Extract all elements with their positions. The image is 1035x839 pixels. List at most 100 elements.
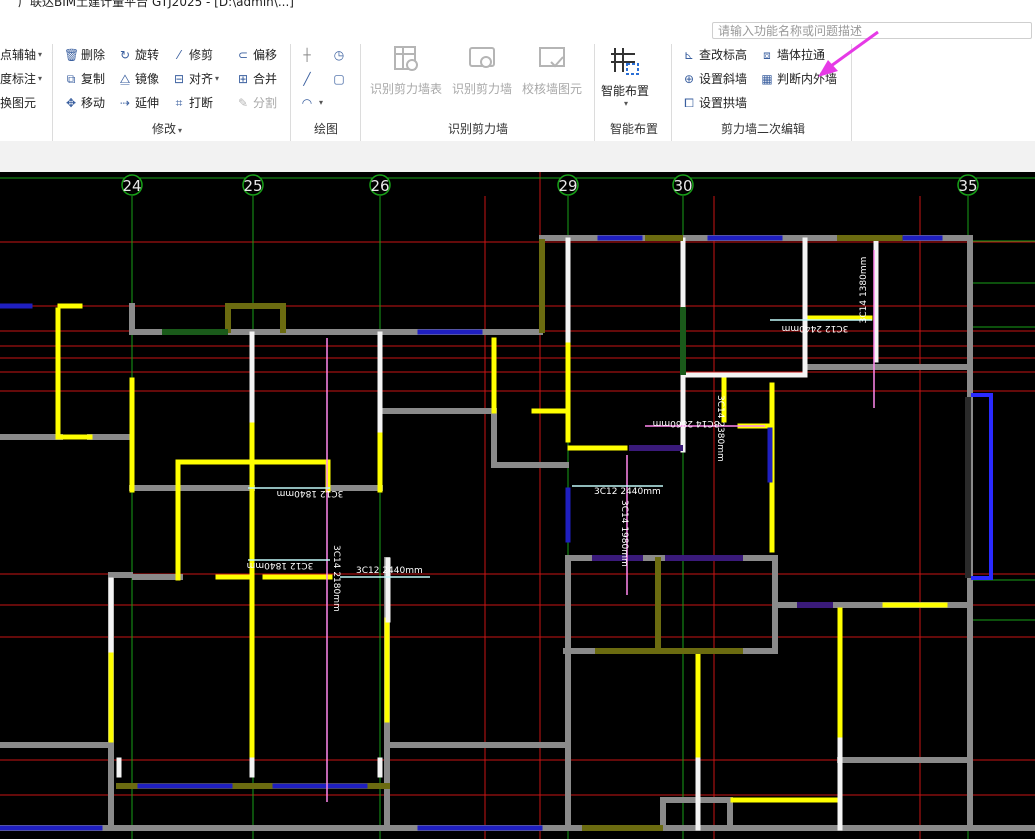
smart-layout-button[interactable]: 智能布置 ▾: [598, 44, 652, 108]
layer-toolbar-strip: [0, 141, 1035, 173]
ribbon-toolbar: 请输入功能名称或问题描述 点辅轴 ▾ 度标注 ▾ 换图元 🗑 删除 ↻ 旋转 ⁄ 修剪 ⊂…: [0, 12, 1035, 149]
swap-element-button[interactable]: 换图元: [0, 94, 36, 112]
copy-button[interactable]: ⧉ 复制: [64, 70, 105, 88]
rebar-annotation: 3C14 1380mm: [859, 257, 869, 324]
check-wall-element-button[interactable]: 校核墙图元: [520, 44, 584, 97]
mirror-button[interactable]: ⧋ 镜像: [118, 70, 159, 88]
axis-label-26: 26: [370, 177, 389, 195]
rebar-annotation: 3C14 1980mm: [619, 500, 629, 567]
recognize-group-label: 识别剪力墙: [448, 122, 509, 136]
function-search-input[interactable]: 请输入功能名称或问题描述: [712, 22, 1032, 39]
wall-extend-through-button[interactable]: ⧈ 墙体拉通: [760, 46, 825, 64]
chevron-down-icon: ▾: [319, 98, 324, 107]
draw-rectangle-button[interactable]: ▢: [332, 70, 349, 88]
mirror-icon: ⧋: [119, 72, 131, 86]
chevron-down-icon: ▾: [38, 50, 43, 59]
axis-label-30: 30: [673, 177, 692, 195]
button-label: 旋转: [135, 48, 160, 62]
button-label: 设置斜墙: [699, 72, 748, 86]
break-button[interactable]: ⌗ 打断: [172, 94, 213, 112]
move-icon: ✥: [65, 96, 77, 110]
drawing-canvas[interactable]: 24 25 26 29 30 35 3C12 1840mm 3C12 1840m…: [0, 172, 1035, 839]
inner-outer-wall-icon: ▦: [761, 72, 773, 86]
offset-icon: ⊂: [237, 48, 249, 62]
separator: [671, 44, 672, 149]
rebar-annotation: 3C12 2440mm: [594, 487, 661, 497]
elevation-icon: ⊾: [683, 48, 695, 62]
button-label: 智能布置: [600, 84, 649, 98]
draw-point-button[interactable]: ┼: [300, 46, 317, 64]
extend-button[interactable]: ⇢ 延伸: [118, 94, 159, 112]
axis-label-29: 29: [558, 177, 577, 195]
recognize-shear-wall-table-button[interactable]: 识别剪力墙表: [368, 44, 444, 97]
axis-label-35: 35: [958, 177, 977, 195]
set-arch-wall-button[interactable]: ⧠ 设置拱墙: [682, 94, 747, 112]
dimension-button[interactable]: 度标注 ▾: [0, 70, 42, 88]
separator: [594, 44, 595, 149]
button-label: 识别剪力墙: [451, 82, 512, 96]
axis-label-25: 25: [243, 177, 262, 195]
wall-scan-icon: [469, 47, 495, 68]
trim-button[interactable]: ⁄ 修剪: [172, 46, 213, 64]
align-button[interactable]: ⊟ 对齐 ▾: [172, 70, 219, 88]
rotate-button[interactable]: ↻ 旋转: [118, 46, 159, 64]
button-label: 点辅轴: [0, 48, 37, 62]
button-label: 度标注: [0, 72, 37, 86]
judge-inner-outer-wall-button[interactable]: ▦ 判断内外墙: [760, 70, 837, 88]
rebar-annotation: 3C14 2860mm: [653, 418, 720, 428]
merge-button[interactable]: ⊞ 合并: [236, 70, 277, 88]
rebar-annotation: 3C12 1840mm: [277, 488, 344, 498]
button-label: 换图元: [0, 96, 37, 110]
split-button[interactable]: ✎ 分割: [236, 94, 277, 112]
button-label: 复制: [81, 72, 106, 86]
draw-rotate-point-button[interactable]: ◷: [332, 46, 349, 64]
button-label: 识别剪力墙表: [369, 82, 442, 96]
button-label: 分割: [253, 96, 278, 110]
separator: [52, 44, 53, 149]
slant-wall-icon: ⊕: [683, 72, 695, 86]
button-label: 偏移: [253, 48, 278, 62]
check-wall-icon: [539, 47, 565, 68]
rotate-icon: ↻: [119, 48, 131, 62]
angle-icon: ◷: [333, 48, 345, 62]
crosshair-icon: ┼: [303, 48, 311, 62]
separator: [290, 44, 291, 149]
button-label: 合并: [253, 72, 278, 86]
button-label: 设置拱墙: [699, 96, 748, 110]
draw-arc-button[interactable]: ◠ ▾: [300, 94, 323, 112]
offset-button[interactable]: ⊂ 偏移: [236, 46, 277, 64]
modify-group-label[interactable]: 修改 ▾: [152, 120, 182, 137]
window-title: 广联达BIM土建计量平台 GTJ2025 - [D:\admin\...]: [18, 0, 294, 9]
chevron-down-icon: ▾: [38, 74, 43, 83]
delete-icon: 🗑: [64, 48, 80, 62]
button-label: 镜像: [135, 72, 160, 86]
secondary-edit-group-label: 剪力墙二次编辑: [721, 122, 806, 136]
rebar-annotation: 3C12 2440mm: [356, 566, 423, 576]
set-slant-wall-button[interactable]: ⊕ 设置斜墙: [682, 70, 747, 88]
button-label: 移动: [81, 96, 106, 110]
button-label: 修剪: [189, 48, 214, 62]
chevron-down-icon: ▾: [215, 74, 220, 83]
rebar-annotation: 3C14 2180mm: [331, 545, 341, 612]
extend-icon: ⇢: [119, 96, 131, 110]
recognize-shear-wall-button[interactable]: 识别剪力墙: [450, 44, 514, 97]
chevron-down-icon: ▾: [623, 99, 628, 108]
split-icon: ✎: [237, 96, 249, 110]
trim-icon: ⁄: [177, 48, 180, 62]
query-elevation-button[interactable]: ⊾ 查改标高: [682, 46, 747, 64]
button-label: 校核墙图元: [521, 82, 582, 96]
group-label: 修改: [152, 122, 177, 136]
title-bar: 广联达BIM土建计量平台 GTJ2025 - [D:\admin\...]: [0, 0, 1035, 12]
chevron-down-icon: ▾: [178, 126, 183, 135]
rebar-annotation: 3C14 2380mm: [715, 395, 725, 462]
align-icon: ⊟: [173, 72, 185, 86]
wall-table-icon: [394, 46, 418, 71]
button-label: 墙体拉通: [777, 48, 826, 62]
move-button[interactable]: ✥ 移动: [64, 94, 105, 112]
arch-wall-icon: ⧠: [684, 96, 694, 110]
point-aux-axis-button[interactable]: 点辅轴 ▾: [0, 46, 42, 64]
wall-stretch-icon: ⧈: [763, 48, 771, 62]
separator: [851, 44, 852, 149]
draw-line-button[interactable]: ╱: [300, 70, 317, 88]
delete-button[interactable]: 🗑 删除: [64, 46, 105, 64]
